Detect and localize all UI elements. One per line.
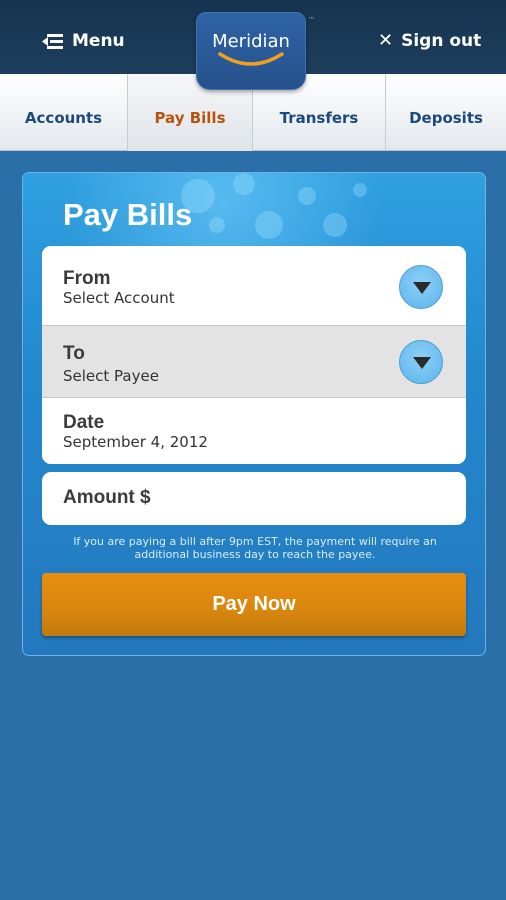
amount-field[interactable]: Amount $: [42, 472, 466, 525]
meridian-logo[interactable]: Meridian: [196, 12, 306, 90]
amount-label: Amount $: [63, 487, 151, 508]
menu-icon: [42, 33, 64, 49]
date-label: Date: [63, 412, 105, 433]
trademark: ™: [308, 16, 315, 24]
logo-smile-icon: [218, 52, 284, 66]
page-title: Pay Bills: [63, 197, 193, 232]
decor-bubble: [323, 213, 347, 237]
decor-bubble: [233, 173, 255, 195]
payment-note: If you are paying a bill after 9pm EST, …: [73, 535, 437, 561]
to-select[interactable]: To Select Payee: [42, 326, 466, 398]
decor-bubble: [353, 183, 367, 197]
to-dropdown-button[interactable]: [399, 340, 443, 384]
decor-bubble: [298, 187, 316, 205]
tab-deposits[interactable]: Deposits: [386, 74, 506, 151]
to-label: To: [63, 343, 85, 364]
bill-form: From Select Account To Select Payee Date…: [42, 246, 466, 464]
date-value: September 4, 2012: [63, 433, 208, 451]
pay-bills-panel: Pay Bills From Select Account To Select …: [22, 172, 486, 656]
chevron-down-icon: [413, 282, 431, 294]
date-field[interactable]: Date September 4, 2012: [42, 398, 466, 464]
decor-bubble: [209, 217, 225, 233]
menu-button[interactable]: Menu: [42, 28, 125, 54]
from-value: Select Account: [63, 289, 175, 307]
close-icon: ✕: [378, 30, 394, 51]
sign-out-label: Sign out: [401, 31, 482, 51]
sign-out-button[interactable]: ✕ Sign out: [378, 28, 481, 54]
decor-bubble: [255, 211, 283, 239]
from-label: From: [63, 268, 111, 289]
chevron-down-icon: [413, 357, 431, 369]
logo-text: Meridian: [212, 31, 290, 52]
menu-label: Menu: [72, 31, 125, 51]
from-dropdown-button[interactable]: [399, 265, 443, 309]
to-value: Select Payee: [63, 367, 159, 385]
from-select[interactable]: From Select Account: [42, 246, 466, 326]
pay-now-button[interactable]: Pay Now: [42, 573, 466, 636]
tab-accounts[interactable]: Accounts: [0, 74, 128, 151]
